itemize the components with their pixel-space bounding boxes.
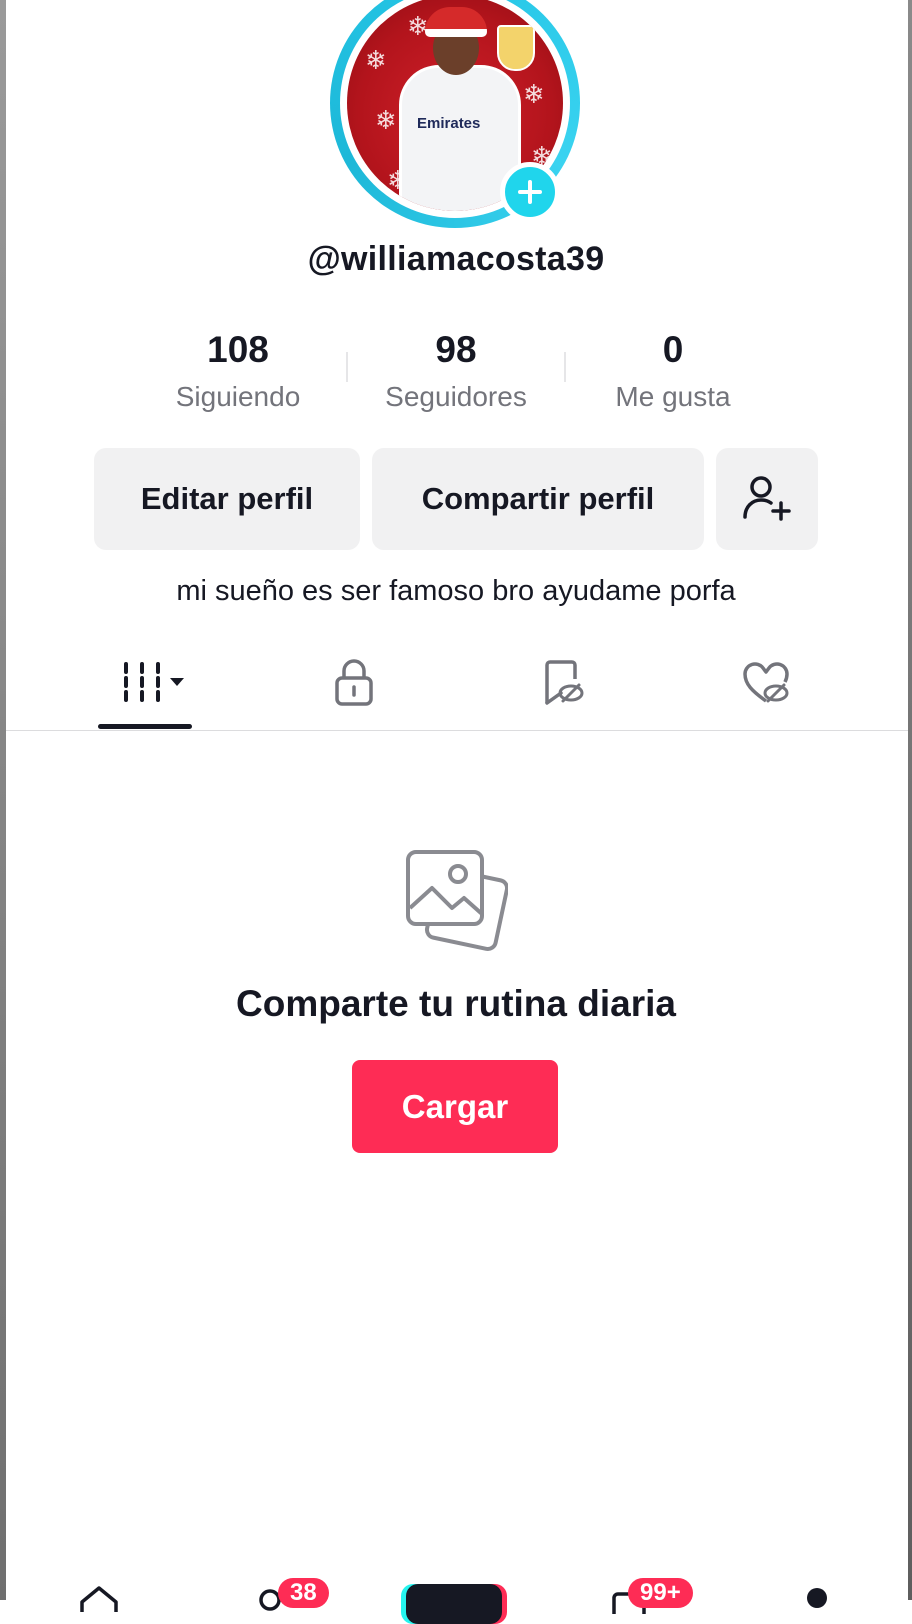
tab-favorites[interactable] — [530, 654, 594, 710]
nav-profile[interactable] — [800, 1584, 834, 1619]
plus-icon — [518, 180, 542, 204]
share-profile-button[interactable]: Compartir perfil — [372, 448, 704, 550]
profile-bio: mi sueño es ser famoso bro ayudame porfa — [176, 575, 736, 607]
lock-icon — [335, 659, 373, 706]
username: @williamacosta39 — [307, 240, 605, 278]
active-tab-indicator — [98, 724, 192, 729]
stat-likes[interactable]: 0 Me gusta — [578, 328, 768, 414]
stat-divider — [346, 352, 348, 382]
stat-following[interactable]: 108 Siguiendo — [143, 328, 333, 414]
stat-label: Siguiendo — [175, 381, 301, 412]
snowflake-icon: ❄ — [523, 79, 545, 109]
inbox-badge: 99+ — [628, 1578, 693, 1608]
tabs-divider — [6, 730, 908, 731]
friends-badge: 38 — [278, 1578, 329, 1608]
stat-label: Me gusta — [615, 381, 731, 412]
edit-profile-button[interactable]: Editar perfil — [94, 448, 360, 550]
jersey-sponsor: Emirates — [417, 115, 481, 132]
empty-state-title: Comparte tu rutina diaria — [236, 983, 676, 1024]
snowflake-icon: ❄ — [375, 105, 397, 135]
add-user-icon — [743, 476, 791, 521]
create-button[interactable] — [406, 1584, 502, 1624]
stat-label: Seguidores — [385, 381, 527, 412]
liked-hidden-icon — [743, 662, 789, 703]
tab-videos[interactable] — [112, 654, 192, 710]
home-icon — [80, 1586, 118, 1612]
videos-grid-icon — [124, 662, 184, 702]
add-friends-button[interactable] — [716, 448, 818, 550]
upload-button[interactable]: Cargar — [352, 1060, 558, 1153]
tab-private[interactable] — [322, 654, 386, 710]
nav-home[interactable] — [76, 1584, 122, 1619]
stat-value: 108 — [207, 329, 269, 370]
stat-value: 0 — [662, 329, 684, 370]
stat-followers[interactable]: 98 Seguidores — [361, 328, 551, 414]
stat-divider — [564, 352, 566, 382]
profile-icon — [807, 1588, 827, 1608]
photos-placeholder-icon — [404, 848, 510, 957]
snowflake-icon: ❄ — [365, 45, 387, 75]
tab-liked[interactable] — [734, 654, 798, 710]
club-crest — [497, 25, 535, 71]
favorites-hidden-icon — [545, 660, 584, 705]
add-story-button[interactable] — [500, 162, 560, 222]
santa-hat — [425, 7, 487, 37]
stat-value: 98 — [435, 329, 477, 370]
